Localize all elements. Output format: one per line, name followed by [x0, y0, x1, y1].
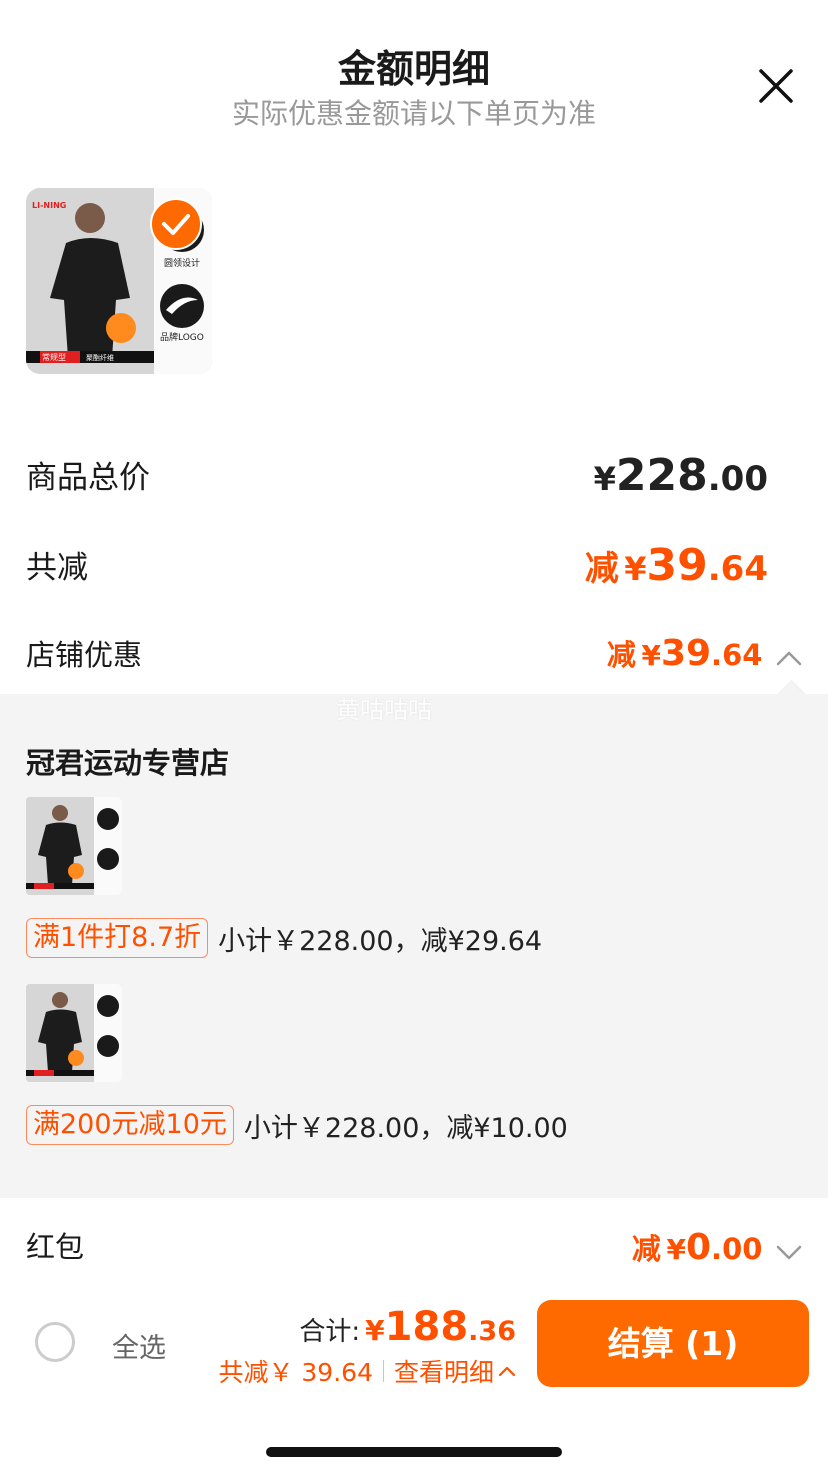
- total-price-value: ¥228.00: [593, 450, 768, 501]
- checkout-button[interactable]: 结算 (1): [537, 1300, 809, 1387]
- total-discount-value: 减 ¥39.64: [584, 540, 768, 591]
- watermark-text: 黄咕咕咕: [336, 696, 432, 724]
- footer-total-dec: .36: [468, 1316, 516, 1347]
- footer-total: 合计: ¥188.36: [299, 1304, 516, 1350]
- footer-discount-text: 共减￥ 39.64: [218, 1358, 373, 1387]
- footer-total-int: 188: [384, 1304, 469, 1350]
- store-name: 冠君运动专营店: [26, 746, 230, 780]
- divider: [382, 1360, 384, 1382]
- red-packet-value: 减 ¥0.00: [632, 1226, 802, 1268]
- badge-right-text: 聚酯纤维: [86, 353, 114, 362]
- badge-left-text: 常规型: [42, 352, 66, 362]
- select-all-label[interactable]: 全选: [112, 1326, 166, 1365]
- promo-line: 满1件打8.7折 小计￥228.00，减¥29.64: [26, 918, 542, 958]
- brand-logo-text: LI-NING: [32, 201, 66, 210]
- store-discount-label: 店铺优惠: [26, 638, 143, 672]
- promo-line: 满200元减10元 小计￥228.00，减¥10.00: [26, 1105, 568, 1145]
- home-indicator: [266, 1447, 562, 1457]
- promo-subtotal: 小计￥228.00，减¥29.64: [218, 925, 543, 957]
- store-discount-value: 减 ¥39.64: [607, 632, 802, 674]
- product-thumbnail[interactable]: 常规型 聚酯纤维 LI-NING 圆领设计 品牌LOGO: [26, 188, 212, 374]
- red-packet-row[interactable]: 红包 减 ¥0.00: [26, 1224, 802, 1274]
- sheet-subtitle: 实际优惠金额请以下单页为准: [231, 97, 596, 130]
- view-detail-link[interactable]: 查看明细: [394, 1353, 494, 1389]
- total-price-label: 商品总价: [26, 460, 150, 496]
- feature-1-text: 圆领设计: [164, 257, 200, 269]
- feature-2-text: 品牌LOGO: [160, 331, 204, 343]
- footer-discount-line: 共减￥ 39.64 查看明细: [218, 1353, 516, 1389]
- total-discount-label: 共减: [26, 550, 88, 586]
- promo-tag: 满200元减10元: [26, 1105, 234, 1145]
- sheet-title: 金额明细: [337, 47, 490, 91]
- promo-subtotal: 小计￥228.00，减¥10.00: [243, 1112, 568, 1144]
- promo-tag: 满1件打8.7折: [26, 918, 209, 958]
- chevron-down-icon[interactable]: [776, 1243, 802, 1261]
- amount-detail-sheet: 金额明细 实际优惠金额请以下单页为准 常规型 聚酯纤维 LI-NING 圆领设计…: [0, 0, 828, 1474]
- promo-product-thumbnail: [26, 984, 122, 1082]
- footer-total-label: 合计:: [299, 1317, 361, 1347]
- close-icon[interactable]: [756, 66, 796, 106]
- chevron-up-icon[interactable]: [776, 649, 802, 667]
- total-price-row: 商品总价 ¥228.00: [26, 450, 802, 510]
- select-all-radio[interactable]: [35, 1322, 75, 1362]
- red-packet-label: 红包: [26, 1230, 85, 1264]
- total-discount-row: 共减 减 ¥39.64: [26, 540, 802, 600]
- chevron-up-icon[interactable]: [498, 1364, 516, 1378]
- promo-product-thumbnail: [26, 797, 122, 895]
- store-discount-row[interactable]: 店铺优惠 减 ¥39.64: [26, 632, 802, 682]
